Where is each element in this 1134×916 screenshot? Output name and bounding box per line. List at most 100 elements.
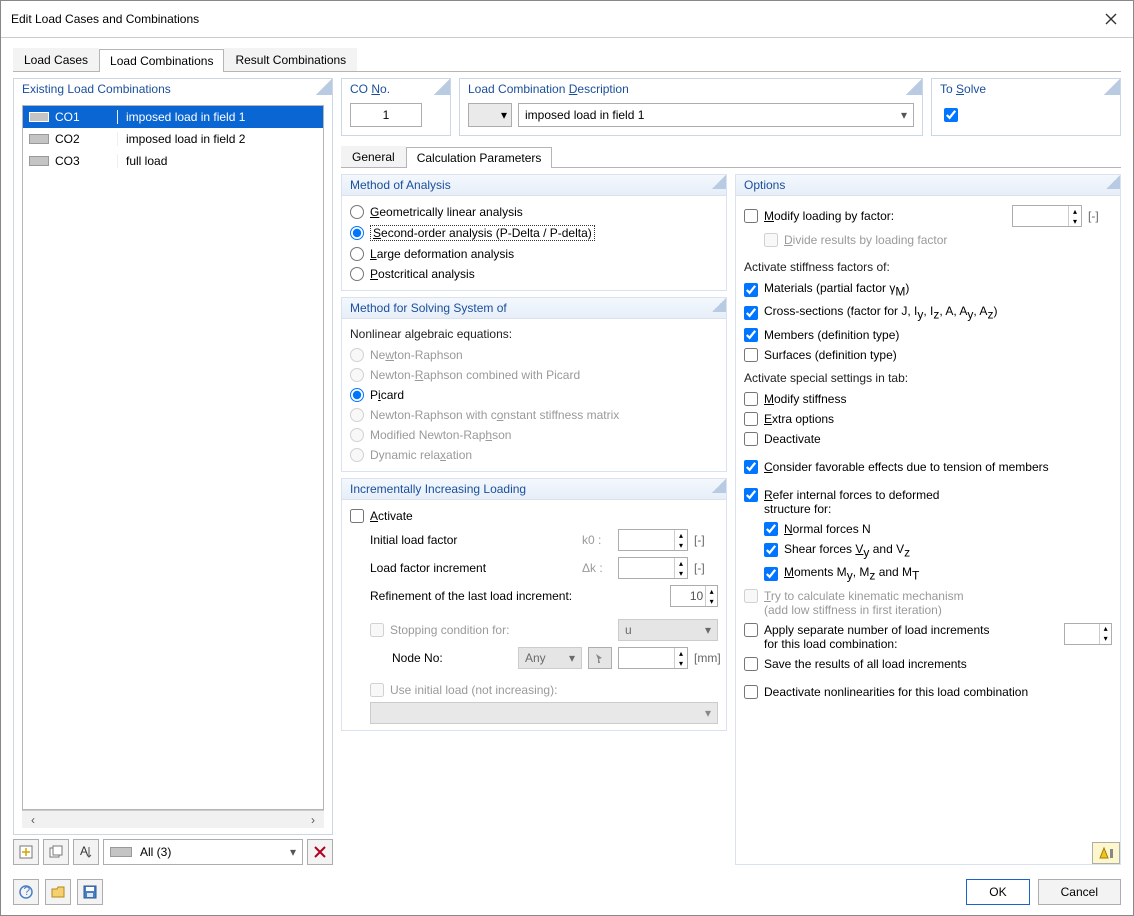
scroll-right-icon[interactable]: › (306, 813, 320, 827)
initial-load-factor-label: Initial load factor (350, 533, 576, 547)
sub-tabs: General Calculation Parameters (341, 146, 1121, 168)
recalculate-button[interactable] (1092, 842, 1120, 864)
tab-load-cases[interactable]: Load Cases (13, 48, 99, 71)
radio-large-deformation[interactable]: Large deformation analysis (350, 244, 718, 264)
window-title: Edit Load Cases and Combinations (11, 12, 199, 26)
materials-checkbox[interactable]: Materials (partial factor γM) (744, 278, 1112, 301)
svg-text:?: ? (24, 885, 31, 898)
radio-newton-raphson: Newton-Raphson (350, 345, 718, 365)
radio-linear[interactable]: Geometrically linear analysis (350, 202, 718, 222)
description-title: Load Combination Description (468, 82, 629, 96)
existing-combinations-title: Existing Load Combinations (22, 82, 171, 96)
to-solve-title: To Solve (940, 82, 986, 96)
initial-load-dropdown: ▾ (370, 702, 718, 724)
combo-id: CO2 (55, 132, 80, 146)
normal-forces-checkbox[interactable]: Normal forces N (744, 519, 1112, 539)
filter-label: All (3) (140, 845, 171, 859)
combo-desc: full load (118, 154, 323, 168)
titlebar: Edit Load Cases and Combinations (1, 1, 1133, 38)
description-input[interactable]: imposed load in field 1 ▾ (518, 103, 914, 127)
subtab-calc-params[interactable]: Calculation Parameters (406, 147, 553, 168)
new-button[interactable] (13, 839, 39, 865)
stopping-condition-checkbox: Stopping condition for:u▾ (350, 616, 718, 644)
list-toolbar: A All (3) ▾ (13, 839, 333, 865)
open-button[interactable] (45, 879, 71, 905)
node-no-label: Node No: (392, 651, 512, 665)
close-button[interactable] (1099, 7, 1123, 31)
list-item[interactable]: CO2 imposed load in field 2 (23, 128, 323, 150)
horizontal-scrollbar[interactable]: ‹ › (22, 810, 324, 828)
list-item[interactable]: CO3 full load (23, 150, 323, 172)
main-tabs: Load Cases Load Combinations Result Comb… (13, 48, 1121, 72)
surfaces-checkbox[interactable]: Surfaces (definition type) (744, 345, 1112, 365)
tab-result-combinations[interactable]: Result Combinations (224, 48, 357, 71)
help-button[interactable]: ? (13, 879, 39, 905)
save-results-checkbox[interactable]: Save the results of all load increments (744, 654, 1112, 674)
combo-id: CO1 (55, 110, 80, 124)
pick-node-button (588, 647, 612, 669)
node-no-dropdown: Any▾ (518, 647, 582, 669)
scroll-left-icon[interactable]: ‹ (26, 813, 40, 827)
color-dropdown[interactable]: ▾ (468, 103, 512, 127)
members-checkbox[interactable]: Members (definition type) (744, 325, 1112, 345)
cancel-button[interactable]: Cancel (1038, 879, 1121, 905)
modify-loading-input: ▴▾ (1012, 205, 1082, 227)
radio-postcritical[interactable]: Postcritical analysis (350, 264, 718, 284)
dialog-window: Edit Load Cases and Combinations Load Ca… (0, 0, 1134, 916)
cross-sections-checkbox[interactable]: Cross-sections (factor for J, Iy, Iz, A,… (744, 301, 1112, 324)
node-value-input: ▴▾ (618, 647, 688, 669)
to-solve-checkbox[interactable] (944, 108, 958, 122)
extra-options-checkbox[interactable]: Extra options (744, 409, 1112, 429)
radio-nr-picard: Newton-Raphson combined with Picard (350, 365, 718, 385)
color-swatch (110, 847, 132, 857)
refinement-input: ▴▾ (670, 585, 718, 607)
solver-subtitle: Nonlinear algebraic equations: (350, 325, 718, 345)
duplicate-button[interactable] (43, 839, 69, 865)
description-value: imposed load in field 1 (525, 108, 644, 122)
deactivate-checkbox[interactable]: Deactivate (744, 429, 1112, 449)
sort-button[interactable]: A (73, 839, 99, 865)
svg-text:A: A (80, 845, 88, 858)
radio-picard[interactable]: Picard (350, 385, 718, 405)
combo-id: CO3 (55, 154, 80, 168)
shear-forces-checkbox[interactable]: Shear forces Vy and Vz (744, 539, 1112, 562)
kinematic-checkbox: Try to calculate kinematic mechanism(add… (744, 586, 1112, 620)
subtab-general[interactable]: General (341, 146, 406, 167)
radio-second-order[interactable]: Second-order analysis (P-Delta / P-delta… (350, 222, 718, 244)
refer-deformed-checkbox[interactable]: Refer internal forces to deformedstructu… (744, 485, 1112, 519)
radio-nr-constant: Newton-Raphson with constant stiffness m… (350, 405, 718, 425)
options-title: Options (736, 175, 1120, 196)
delete-button[interactable] (307, 839, 333, 865)
co-no-label: CO No. (350, 82, 390, 96)
favorable-effects-checkbox[interactable]: Consider favorable effects due to tensio… (744, 457, 1112, 477)
save-button[interactable] (77, 879, 103, 905)
use-initial-load-checkbox: Use initial load (not increasing): (350, 680, 718, 700)
radio-modified-nr: Modified Newton-Raphson (350, 425, 718, 445)
combo-desc: imposed load in field 2 (118, 132, 323, 146)
filter-dropdown[interactable]: All (3) ▾ (103, 839, 303, 865)
special-settings-label: Activate special settings in tab: (744, 369, 1112, 389)
initial-load-factor-input: ▴▾ (618, 529, 688, 551)
activate-incremental-checkbox[interactable]: Activate (350, 506, 718, 526)
deactivate-nonlinearities-checkbox[interactable]: Deactivate nonlinearities for this load … (744, 682, 1112, 702)
stiffness-factors-label: Activate stiffness factors of: (744, 258, 1112, 278)
color-swatch (29, 156, 49, 166)
list-item[interactable]: CO1 imposed load in field 1 (23, 106, 323, 128)
color-swatch (29, 134, 49, 144)
modify-loading-checkbox[interactable]: Modify loading by factor:▴▾[-] (744, 202, 1112, 230)
tab-load-combinations[interactable]: Load Combinations (99, 49, 224, 72)
stopping-condition-dropdown: u▾ (618, 619, 718, 641)
co-number-input[interactable] (350, 103, 422, 127)
combination-list[interactable]: CO1 imposed load in field 1 CO2 imposed … (22, 105, 324, 810)
method-analysis-title: Method of Analysis (342, 175, 726, 196)
separate-increments-input: ▴▾ (1064, 623, 1112, 645)
chevron-down-icon: ▾ (901, 108, 907, 122)
modify-stiffness-checkbox[interactable]: Modify stiffness (744, 389, 1112, 409)
moments-checkbox[interactable]: Moments My, Mz and MT (744, 562, 1112, 585)
load-factor-increment-label: Load factor increment (350, 561, 576, 575)
divide-results-checkbox: Divide results by loading factor (744, 230, 1112, 250)
ok-button[interactable]: OK (966, 879, 1029, 905)
incremental-title: Incrementally Increasing Loading (342, 479, 726, 500)
separate-increments-checkbox[interactable]: Apply separate number of load increments… (744, 620, 1112, 654)
solver-title: Method for Solving System of (342, 298, 726, 319)
